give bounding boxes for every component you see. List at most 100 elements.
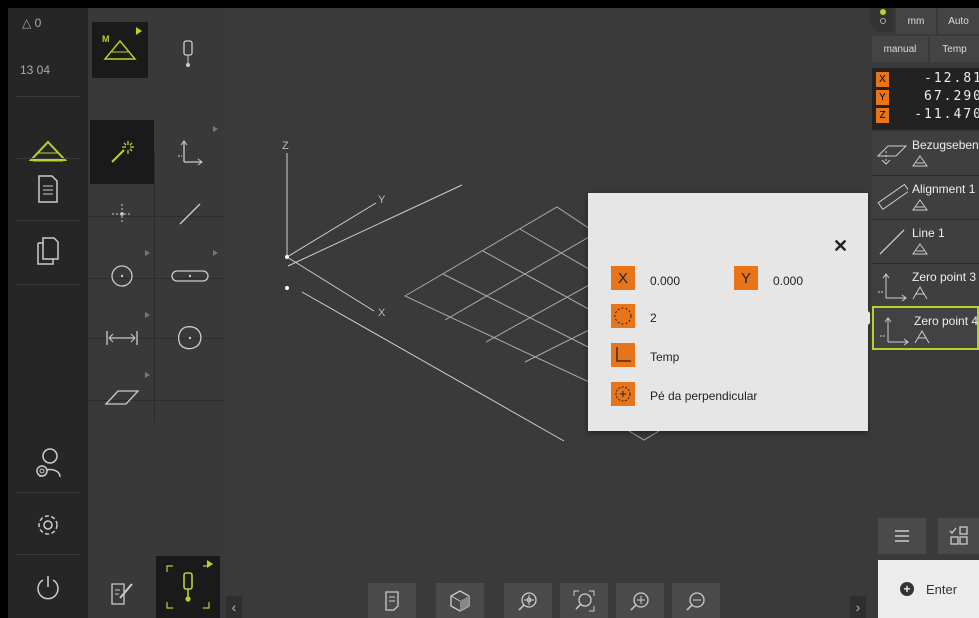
report-view-button[interactable] <box>368 583 416 618</box>
construction-type[interactable]: Pé da perpendicular <box>650 389 757 403</box>
zoom-fit-icon <box>518 591 537 611</box>
feature-list-item[interactable]: Bezugsebene <box>872 132 979 176</box>
settings-button[interactable] <box>8 494 88 556</box>
construction-icon <box>611 382 635 406</box>
circle-tool-button[interactable] <box>90 244 154 308</box>
3d-view-button[interactable] <box>436 583 484 618</box>
feature-name: Zero point 4 <box>914 314 979 328</box>
coordinate-system[interactable]: Temp <box>650 350 679 364</box>
coord-y-value: 67.290 <box>924 89 979 104</box>
probe-icon <box>183 40 193 67</box>
probe-icon <box>166 565 210 609</box>
freeform-tool-button[interactable] <box>158 306 222 370</box>
x-value[interactable]: 0.000 <box>650 274 680 288</box>
unit-mode-button[interactable]: Auto <box>938 8 979 34</box>
edit-report-button[interactable] <box>90 568 154 618</box>
file-menu-button[interactable] <box>8 220 88 282</box>
coord-row-y: Y 67.290 <box>876 89 979 106</box>
coord-x-label: X <box>876 72 889 87</box>
probe-mode-button[interactable] <box>156 22 220 86</box>
zero-point-icon <box>178 140 203 166</box>
select-features-button[interactable] <box>938 518 979 554</box>
feature-list-item[interactable]: Alignment 1 <box>872 176 979 220</box>
coordinate-system-icon <box>611 343 635 367</box>
edit-icon <box>111 583 133 605</box>
play-indicator-icon <box>136 27 142 35</box>
user-settings-button[interactable] <box>8 432 88 494</box>
plane-tool-button[interactable] <box>90 366 154 430</box>
feature-name: Zero point 3 <box>912 270 977 284</box>
play-indicator-icon <box>207 560 213 568</box>
constructed-icon <box>914 330 930 344</box>
zoom-out-icon <box>686 591 705 611</box>
checklist-icon <box>949 526 968 545</box>
enter-button[interactable]: + Enter <box>878 560 979 618</box>
status-area: △ 0 13 04 <box>8 8 88 88</box>
plane-icon <box>104 390 140 405</box>
feature-list-item[interactable]: Line 1 <box>872 220 979 264</box>
zoom-in-icon <box>630 591 649 611</box>
user-settings-icon <box>36 448 61 478</box>
time-display: 13 04 <box>20 63 51 77</box>
y-value[interactable]: 0.000 <box>773 274 803 288</box>
report-menu-button[interactable] <box>8 158 88 220</box>
mode-badge: M <box>102 34 110 44</box>
coord-z-value: -11.470 <box>914 107 979 122</box>
zero-point-icon <box>878 273 907 302</box>
measure-method-button[interactable]: manual <box>872 36 928 62</box>
line-icon <box>879 229 905 255</box>
y-badge: Y <box>734 266 758 290</box>
coord-y-label: Y <box>876 90 889 105</box>
manual-measure-mode-button[interactable]: M <box>92 22 148 78</box>
list-view-button[interactable] <box>878 518 926 554</box>
axis-z-label: Z <box>282 140 289 152</box>
chevron-right-icon: › <box>855 599 861 615</box>
circle-icon <box>111 265 133 287</box>
slot-icon <box>171 270 209 282</box>
zoom-out-button[interactable] <box>672 583 720 618</box>
points-count[interactable]: 2 <box>650 311 657 325</box>
distance-tool-button[interactable] <box>90 306 154 370</box>
zoom-fit-button[interactable] <box>504 583 552 618</box>
enter-label: Enter <box>926 581 958 597</box>
measured-icon <box>912 199 928 211</box>
unit-length-button[interactable]: mm <box>896 8 936 34</box>
zoom-in-button[interactable] <box>616 583 664 618</box>
document-icon <box>385 590 399 611</box>
zoom-window-button[interactable] <box>560 583 608 618</box>
menu-icon <box>895 530 909 542</box>
position-display: X -12.81 Y 67.290 Z -11.470 <box>872 68 979 130</box>
warnings-count[interactable]: △ 0 <box>22 16 41 30</box>
feature-name: Line 1 <box>912 226 945 240</box>
measure-magic-wand-button[interactable] <box>90 120 154 184</box>
zoom-window-icon <box>573 590 595 611</box>
point-tool-button[interactable] <box>90 182 154 246</box>
alignment-icon <box>877 183 908 211</box>
point-icon <box>112 204 132 224</box>
power-button[interactable] <box>8 556 88 618</box>
coord-z-label: Z <box>876 108 889 123</box>
zero-point-tool-button[interactable] <box>158 120 222 184</box>
line-tool-button[interactable] <box>158 182 222 246</box>
feature-list-item[interactable]: Zero point 3 <box>872 264 979 308</box>
close-icon[interactable]: ✕ <box>833 236 848 257</box>
collapse-palette-button[interactable]: ‹ <box>226 596 242 618</box>
main-menu: △ 0 13 04 <box>8 8 88 618</box>
chevron-left-icon: ‹ <box>231 599 237 615</box>
cube-icon <box>450 589 470 612</box>
coord-row-x: X -12.81 <box>876 71 979 88</box>
files-icon <box>37 237 59 265</box>
zero-point-icon <box>880 317 909 346</box>
coord-x-value: -12.81 <box>924 71 979 86</box>
magic-wand-icon <box>111 141 134 163</box>
coord-system-button[interactable]: Temp <box>930 36 979 62</box>
report-icon <box>38 175 58 203</box>
expand-inspector-button[interactable]: › <box>850 596 866 618</box>
probe-activation-button[interactable] <box>156 556 220 618</box>
points-count-icon <box>611 304 635 328</box>
feature-list-item-selected[interactable]: Zero point 4 <box>872 306 979 350</box>
power-icon <box>37 576 59 600</box>
freeform-icon <box>178 326 202 350</box>
x-badge: X <box>611 266 635 290</box>
slot-tool-button[interactable] <box>158 244 222 308</box>
